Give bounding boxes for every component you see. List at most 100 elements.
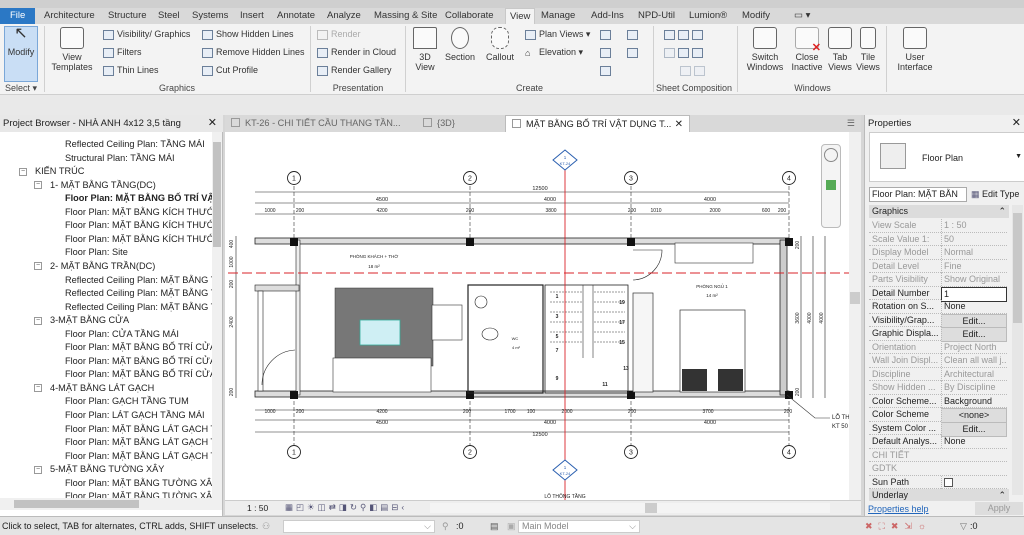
3d-view-button[interactable]: 3D View — [410, 27, 440, 72]
collapse-icon[interactable]: − — [34, 262, 42, 271]
schedules-button[interactable] — [627, 29, 641, 40]
tree-item[interactable]: Floor Plan: MẶT BẰNG TƯỜNG XÂY 1 — [65, 477, 222, 490]
view-templates-button[interactable]: View Templates — [48, 27, 96, 72]
section-button[interactable]: Section — [442, 27, 478, 62]
tree-item[interactable]: Floor Plan: MẶT BẰNG LÁT GẠCH TẦ — [65, 436, 222, 449]
tab-lumion-[interactable]: Lumion® — [685, 8, 731, 24]
modify-button[interactable]: ↖ Modify — [4, 26, 38, 82]
tab-collaborate[interactable]: Collaborate — [441, 8, 498, 24]
properties-scrollbar[interactable] — [1012, 205, 1023, 495]
horizontal-scrollbar[interactable] — [0, 498, 222, 510]
tab-modify[interactable]: Modify — [738, 8, 774, 24]
tile-views-button[interactable]: Tile Views — [854, 27, 882, 72]
tree-item[interactable]: Reflected Ceiling Plan: MẶT BẰNG TI — [65, 274, 219, 287]
tree-item[interactable]: Floor Plan: MẶT BẰNG KÍCH THƯỚC — [65, 233, 221, 246]
instance-selector[interactable]: Floor Plan: MẶT BẰN ⌵ — [869, 187, 967, 212]
design-options-icon[interactable]: ▤ — [490, 517, 499, 535]
collapse-icon[interactable]: − — [34, 465, 42, 474]
workset-dropdown[interactable]: ⌵ — [283, 520, 435, 533]
tree-group[interactable]: 5-MẶT BẰNG TƯỜNG XÂY — [50, 463, 164, 476]
canvas-horizontal-scrollbar[interactable] — [430, 503, 830, 513]
select-panel-label[interactable]: Select ▾ — [0, 83, 42, 94]
wall[interactable] — [295, 239, 301, 396]
edit-type-button[interactable]: ▦ Edit Type — [971, 188, 1019, 201]
place-view-button[interactable] — [664, 47, 706, 58]
tab-annotate[interactable]: Annotate — [273, 8, 319, 24]
tree-item[interactable]: Floor Plan: MẶT BẰNG KÍCH THƯỚC — [65, 219, 221, 232]
selection-toggle-icons[interactable]: ✖⛶✖⇲☼ — [865, 517, 932, 535]
tree-item[interactable]: Floor Plan: MẶT BẰNG BỐ TRÍ CỬA S — [65, 368, 222, 381]
tab-architecture[interactable]: Architecture — [40, 8, 99, 24]
tree-item[interactable]: Floor Plan: MẶT BẰNG BỐ TRÍ CỬA S — [65, 355, 222, 368]
scope-box-button[interactable] — [627, 47, 641, 58]
view-tab[interactable]: MẶT BẰNG BỐ TRÍ VẬT DỤNG T... ✕ — [505, 115, 690, 132]
wall[interactable] — [779, 239, 788, 396]
close-icon[interactable]: ✕ — [208, 115, 217, 132]
render-gallery-button[interactable]: Render Gallery — [317, 65, 392, 76]
tab-add-ins[interactable]: Add-Ins — [587, 8, 628, 24]
new-sheet-button[interactable] — [664, 29, 706, 40]
floor-plan-drawing[interactable]: 11223344125004500 4000 40001000 200 4200 200 3… — [225, 132, 861, 500]
tree-group[interactable]: 3-MẶT BẰNG CỬA — [50, 314, 129, 327]
underlay-section-header[interactable]: Underlay ⌃ — [869, 489, 1009, 501]
properties-help-link[interactable]: Properties help — [868, 504, 929, 514]
graphics-section-header[interactable]: Graphics ⌃ — [869, 205, 1009, 218]
close-inactive-button[interactable]: ✕ Close Inactive — [788, 27, 826, 72]
view-scale[interactable]: 1 : 50 — [247, 503, 268, 513]
render-button[interactable]: Render — [317, 29, 361, 40]
tree-item[interactable]: Floor Plan: MẶT BẰNG KÍCH THƯỚC — [65, 206, 221, 219]
tab-file[interactable]: File — [0, 8, 36, 24]
guide-grid-button[interactable] — [680, 65, 708, 76]
tab-steel[interactable]: Steel — [154, 8, 184, 24]
collapse-icon[interactable]: − — [19, 167, 27, 176]
visibility-graphics-button[interactable]: Visibility/ Graphics — [103, 29, 190, 40]
view-control-icons[interactable]: ▦◰☀◫⇄◨↻⚲◧▤⊟‹ — [285, 502, 407, 513]
wc-room[interactable] — [467, 284, 544, 394]
type-selector[interactable]: Floor Plan ▼ — [869, 132, 1024, 182]
tree-item[interactable]: Floor Plan: MẶT BẰNG BỐ TRÍ VẬT — [65, 192, 220, 205]
tab-structure[interactable]: Structure — [104, 8, 151, 24]
drawing-canvas[interactable]: 1 1 2 2 3 3 4 4 12500 4500 4000 4000 1000 200 4200 200 3… — [225, 132, 861, 500]
tree-group[interactable]: 1- MẶT BẰNG TẦNG(DC) — [50, 179, 156, 192]
view-cube-2d-icon[interactable] — [824, 148, 838, 162]
tab-analyze[interactable]: Analyze — [323, 8, 365, 24]
exclude-options-icon[interactable]: ▣ — [507, 517, 516, 535]
collapse-icon[interactable]: − — [34, 384, 42, 393]
tab-views-button[interactable]: Tab Views — [826, 27, 854, 72]
zoom-icon[interactable] — [826, 180, 836, 190]
render-cloud-button[interactable]: Render in Cloud — [317, 47, 396, 58]
tab-systems[interactable]: Systems — [188, 8, 232, 24]
section-head-marker[interactable] — [552, 459, 578, 481]
tree-item[interactable]: Floor Plan: CỬA TẦNG MÁI — [65, 328, 179, 341]
tree-item[interactable]: Reflected Ceiling Plan: MẶT BẰNG TI — [65, 287, 219, 300]
view-tab[interactable]: KT-26 - CHI TIẾT CẦU THANG TẦN... — [225, 115, 415, 132]
tree-item[interactable]: Floor Plan: Site — [65, 246, 128, 259]
duplicate-view-button[interactable] — [600, 47, 614, 58]
tree-item[interactable]: Floor Plan: MẶT BẰNG BỐ TRÍ CỬA S — [65, 341, 222, 354]
filters-button[interactable]: Filters — [103, 47, 142, 58]
tree-item[interactable]: Reflected Ceiling Plan: TẦNG MÁI — [65, 138, 205, 151]
plan-views-button[interactable]: Plan Views ▾ — [525, 29, 590, 40]
design-option-dropdown[interactable]: Main Model ⌵ — [518, 520, 640, 533]
callout-button[interactable]: Callout — [482, 27, 518, 62]
tree-group[interactable]: 4-MẶT BẰNG LÁT GẠCH — [50, 382, 154, 395]
tab-massing-site[interactable]: Massing & Site — [370, 8, 441, 24]
close-icon[interactable]: ✕ — [1012, 116, 1021, 129]
tree-item[interactable]: Floor Plan: MẶT BẰNG LÁT GẠCH TẦ — [65, 450, 222, 463]
tree-group[interactable]: 2- MẶT BẰNG TRẦN(DC) — [50, 260, 155, 273]
close-tab-icon[interactable]: ✕ — [675, 116, 683, 133]
tree-item[interactable]: Structural Plan: TẦNG MÁI — [65, 152, 175, 165]
tree-group[interactable]: KIẾN TRÚC — [35, 165, 84, 178]
view-tab[interactable]: {3D} — [417, 115, 507, 132]
collapse-icon[interactable]: − — [34, 181, 42, 190]
sun-path-checkbox[interactable] — [944, 477, 953, 487]
wall[interactable] — [254, 284, 300, 292]
show-hidden-lines-button[interactable]: Show Hidden Lines — [202, 29, 294, 40]
collapse-icon[interactable]: − — [34, 316, 42, 325]
vertical-scrollbar[interactable] — [212, 132, 222, 498]
tab-list-icon[interactable]: ☰ — [847, 118, 855, 129]
tree-item[interactable]: Floor Plan: LÁT GẠCH TẦNG MÁI — [65, 409, 205, 422]
remove-hidden-lines-button[interactable]: Remove Hidden Lines — [202, 47, 305, 58]
tree-item[interactable]: Floor Plan: MẶT BẰNG LÁT GẠCH TẦ — [65, 423, 222, 436]
window[interactable] — [257, 290, 264, 392]
